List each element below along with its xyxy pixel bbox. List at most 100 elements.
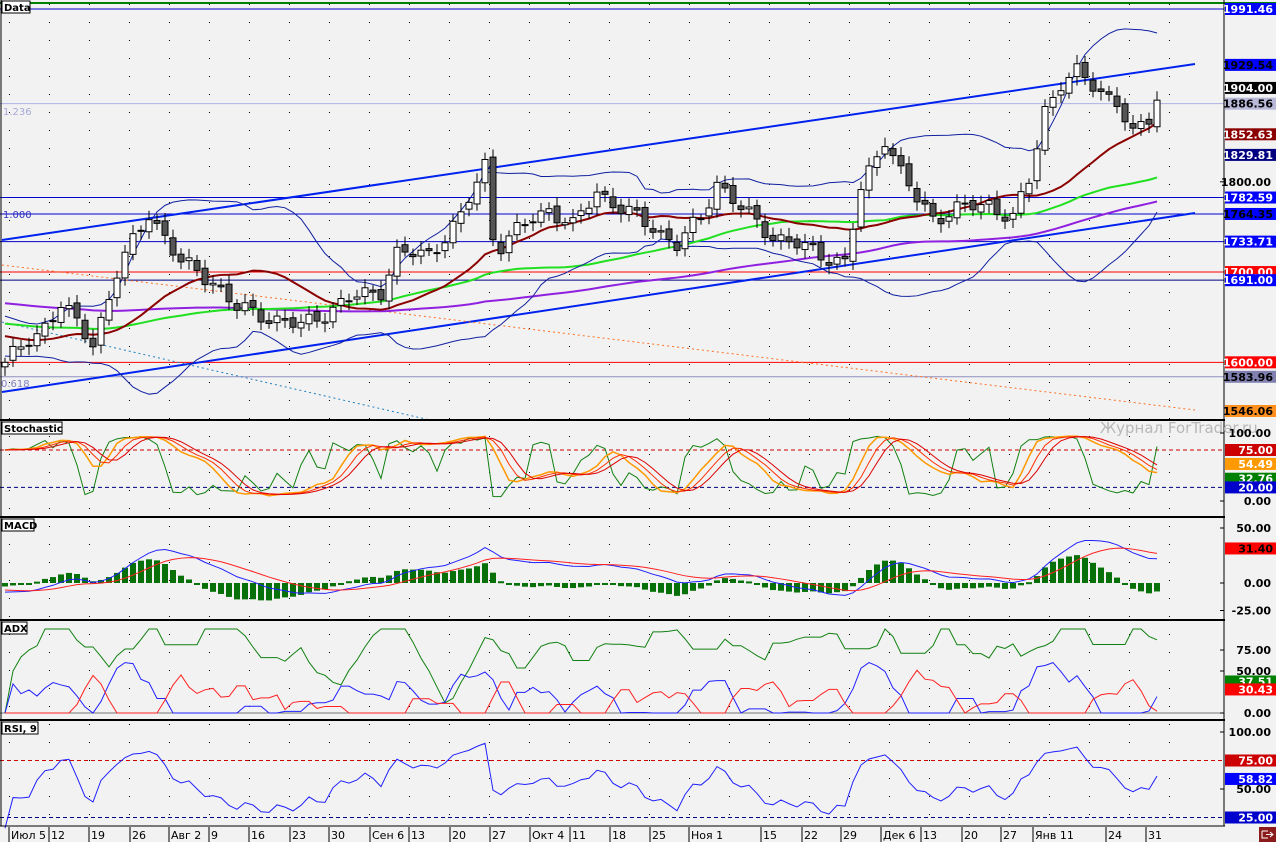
scroll-to-end-button[interactable] (1259, 827, 1276, 842)
macd-histogram-bar (570, 583, 576, 589)
date-label: 27 (492, 829, 506, 842)
macd-histogram-bar (650, 583, 656, 592)
macd-histogram-bar (682, 583, 688, 595)
macd-histogram-bar (1138, 583, 1144, 592)
bull-candle (361, 287, 369, 298)
price-label: 1583.96 (1223, 371, 1273, 384)
bull-candle (505, 235, 513, 254)
date-label: 23 (292, 829, 306, 842)
macd-histogram-bar (442, 572, 448, 583)
macd-histogram-bar (218, 583, 224, 594)
macd-histogram-bar (770, 583, 776, 591)
trading-chart[interactable]: Data Stochastic MACD ADX RSI, 9 1.236 1.… (0, 0, 1276, 842)
macd-histogram-bar (522, 583, 528, 587)
bull-candle (1017, 191, 1025, 214)
macd-histogram-bar (1010, 583, 1016, 589)
macd-histogram-bar (130, 562, 136, 583)
macd-histogram-bar (354, 579, 360, 583)
macd-histogram-bar (362, 577, 368, 583)
price-label: 1991.46 (1223, 3, 1273, 16)
bull-candle (1137, 121, 1145, 130)
macd-histogram-bar (610, 583, 616, 585)
stoch-value-label: 20.00 (1238, 481, 1273, 494)
bear-candle (753, 205, 761, 220)
bull-candle (1025, 182, 1033, 195)
bull-candle (105, 299, 113, 321)
macd-histogram-bar (490, 572, 496, 583)
adx-value-label: 30.43 (1238, 683, 1273, 696)
bear-candle (169, 237, 177, 256)
macd-histogram-bar (178, 575, 184, 583)
bull-candle (521, 224, 529, 227)
bull-candle (449, 220, 457, 244)
macd-histogram-bar (954, 583, 960, 589)
macd-tick-label: 0.00 (1244, 577, 1271, 590)
date-label: 20 (452, 829, 466, 842)
rsi-value-label: 25.00 (1238, 812, 1273, 825)
bear-candle (609, 196, 617, 209)
macd-histogram-bar (346, 581, 352, 584)
date-label: 31 (1148, 829, 1162, 842)
macd-histogram-bar (1154, 583, 1160, 592)
macd-histogram-bar (34, 581, 40, 584)
macd-histogram-bar (426, 570, 432, 583)
fib-label-0618: 0.618 (1, 379, 30, 390)
bull-candle (777, 234, 785, 242)
macd-histogram-bar (1146, 583, 1152, 594)
macd-histogram-bar (930, 583, 936, 585)
macd-histogram-bar (706, 583, 712, 586)
bull-candle (17, 346, 25, 350)
bear-candle (649, 228, 657, 233)
bear-candle (809, 242, 817, 246)
bull-candle (1057, 90, 1065, 96)
macd-histogram-bar (698, 583, 704, 589)
macd-histogram-bar (74, 573, 80, 583)
macd-histogram-bar (506, 583, 512, 585)
bull-candle (1041, 105, 1049, 151)
bull-candle (129, 233, 137, 255)
macd-histogram-bar (322, 583, 328, 590)
bear-candle (1129, 123, 1137, 129)
macd-histogram-bar (458, 569, 464, 583)
macd-histogram-bar (906, 568, 912, 583)
macd-histogram-bar (994, 583, 1000, 588)
bull-candle (881, 146, 889, 155)
macd-histogram-bar (66, 572, 72, 583)
macd-histogram-bar (666, 583, 672, 595)
bull-candle (441, 242, 449, 252)
macd-histogram-bar (722, 578, 728, 583)
macd-histogram-bar (594, 583, 600, 585)
macd-histogram-bar (338, 583, 344, 585)
bear-candle (841, 255, 849, 260)
bear-candle (929, 202, 937, 217)
bear-candle (761, 221, 769, 239)
bull-candle (9, 345, 17, 361)
main-panel-title: Data (4, 3, 31, 14)
bull-candle (33, 333, 41, 347)
macd-histogram-bar (370, 576, 376, 583)
macd-histogram-bar (538, 583, 544, 587)
bull-candle (625, 205, 633, 216)
bull-candle (273, 315, 281, 324)
bull-candle (97, 316, 105, 346)
bear-candle (89, 337, 97, 348)
rsi-value-label: 75.00 (1238, 755, 1273, 768)
macd-histogram-bar (858, 577, 864, 583)
stoch-tick-label: 0.00 (1244, 495, 1271, 508)
bear-candle (729, 184, 737, 204)
bull-candle (305, 313, 313, 325)
macd-histogram-bar (562, 583, 568, 588)
macd-histogram-bar (978, 583, 984, 588)
bear-candle (1081, 61, 1089, 78)
macd-histogram-bar (1026, 582, 1032, 585)
bull-candle (465, 201, 473, 210)
bear-candle (633, 207, 641, 211)
bull-candle (849, 228, 857, 262)
price-label: 1852.63 (1223, 128, 1273, 141)
date-label: Окт 4 (532, 829, 564, 842)
macd-histogram-bar (554, 583, 560, 587)
bear-candle (249, 300, 257, 308)
bear-candle (553, 205, 561, 224)
bull-candle (113, 277, 121, 299)
macd-histogram-bar (466, 568, 472, 583)
